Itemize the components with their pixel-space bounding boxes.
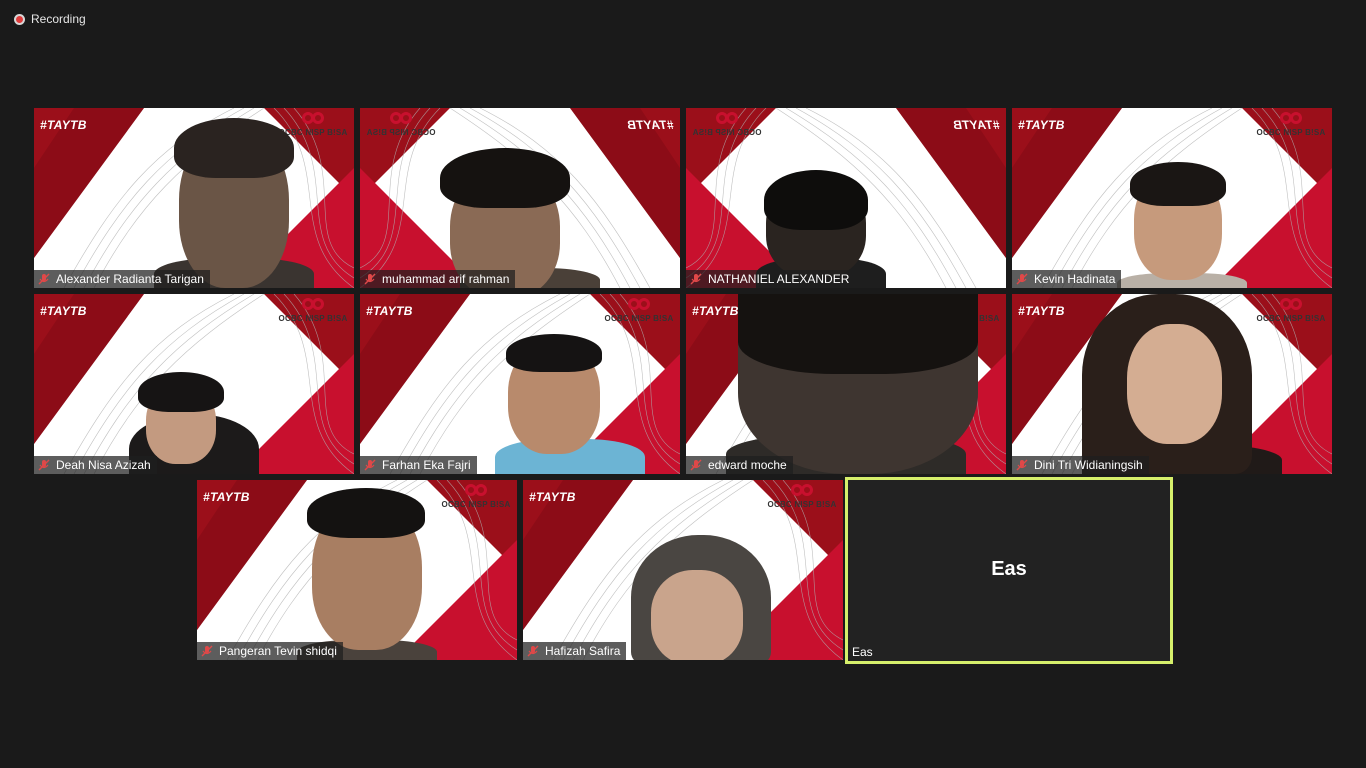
participant-name: Hafizah Safira — [545, 644, 621, 658]
video-tile[interactable]: #TAYTB OCBC NISP B!SA Deah Nisa Azizah — [34, 294, 354, 474]
participant-name-bar: Deah Nisa Azizah — [34, 456, 157, 474]
participant-video — [523, 480, 843, 660]
mic-muted-icon — [1016, 273, 1028, 285]
recording-label: Recording — [31, 12, 86, 26]
video-tile[interactable]: #TAYTB OCBC NISP B!SA edward moche — [686, 294, 1006, 474]
participant-name: Alexander Radianta Tarigan — [56, 272, 204, 286]
mic-muted-icon — [690, 273, 702, 285]
video-tile[interactable]: #TAYTB OCBC NISP B!SA Hafizah Safira — [523, 480, 843, 660]
self-display-name: Eas — [991, 558, 1027, 580]
participant-name-bar: Pangeran Tevin shidqi — [197, 642, 343, 660]
participant-name: Farhan Eka Fajri — [382, 458, 471, 472]
mic-muted-icon — [1016, 459, 1028, 471]
participant-video — [360, 108, 680, 288]
mic-muted-icon — [364, 459, 376, 471]
mic-muted-icon — [527, 645, 539, 657]
participant-name: Dini Tri Widianingsih — [1034, 458, 1143, 472]
participant-video — [686, 294, 1006, 474]
participant-video — [1012, 294, 1332, 474]
participant-name-bar: edward moche — [686, 456, 793, 474]
participant-name: Deah Nisa Azizah — [56, 458, 151, 472]
recording-indicator[interactable]: Recording — [14, 12, 86, 26]
mic-muted-icon — [201, 645, 213, 657]
mic-muted-icon — [38, 273, 50, 285]
participant-video — [1012, 108, 1332, 288]
participant-video — [686, 108, 1006, 288]
mic-muted-icon — [690, 459, 702, 471]
participant-name: NATHANIEL ALEXANDER — [708, 272, 850, 286]
video-tile[interactable]: #TAYTB OCBC NISP B!SA Dini Tri Widianing… — [1012, 294, 1332, 474]
mic-muted-icon — [38, 459, 50, 471]
participant-video — [197, 480, 517, 660]
participant-name: Pangeran Tevin shidqi — [219, 644, 337, 658]
video-tile[interactable]: #TAYTB OCBC NISP B!SA Farhan Eka Fajri — [360, 294, 680, 474]
record-icon — [14, 13, 25, 25]
mic-muted-icon — [364, 273, 376, 285]
participant-name: edward moche — [708, 458, 787, 472]
video-tile[interactable]: #TAYTB OCBC NISP B!SA Alexander Radianta… — [34, 108, 354, 288]
video-tile[interactable]: #TAYTB OCBC NISP B!SA NATHANIEL ALEXANDE… — [686, 108, 1006, 288]
participant-name: muhammad arif rahman — [382, 272, 510, 286]
participant-name-bar: Farhan Eka Fajri — [360, 456, 477, 474]
participant-name-bar: Alexander Radianta Tarigan — [34, 270, 210, 288]
participant-video — [34, 294, 354, 474]
participant-name-bar: muhammad arif rahman — [360, 270, 516, 288]
self-name-label: Eas — [852, 645, 873, 659]
participant-name-bar: Dini Tri Widianingsih — [1012, 456, 1149, 474]
participant-name-bar: NATHANIEL ALEXANDER — [686, 270, 856, 288]
participant-video — [34, 108, 354, 288]
participant-name: Kevin Hadinata — [1034, 272, 1116, 286]
video-tile[interactable]: #TAYTB OCBC NISP B!SA Kevin Hadinata — [1012, 108, 1332, 288]
participant-name-bar: Kevin Hadinata — [1012, 270, 1122, 288]
participant-name-bar: Hafizah Safira — [523, 642, 627, 660]
video-tile[interactable]: #TAYTB OCBC NISP B!SA Pangeran Tevin shi… — [197, 480, 517, 660]
self-video-tile[interactable]: Eas Eas — [845, 477, 1173, 664]
video-tile[interactable]: #TAYTB OCBC NISP B!SA muhammad arif rahm… — [360, 108, 680, 288]
participant-video — [360, 294, 680, 474]
